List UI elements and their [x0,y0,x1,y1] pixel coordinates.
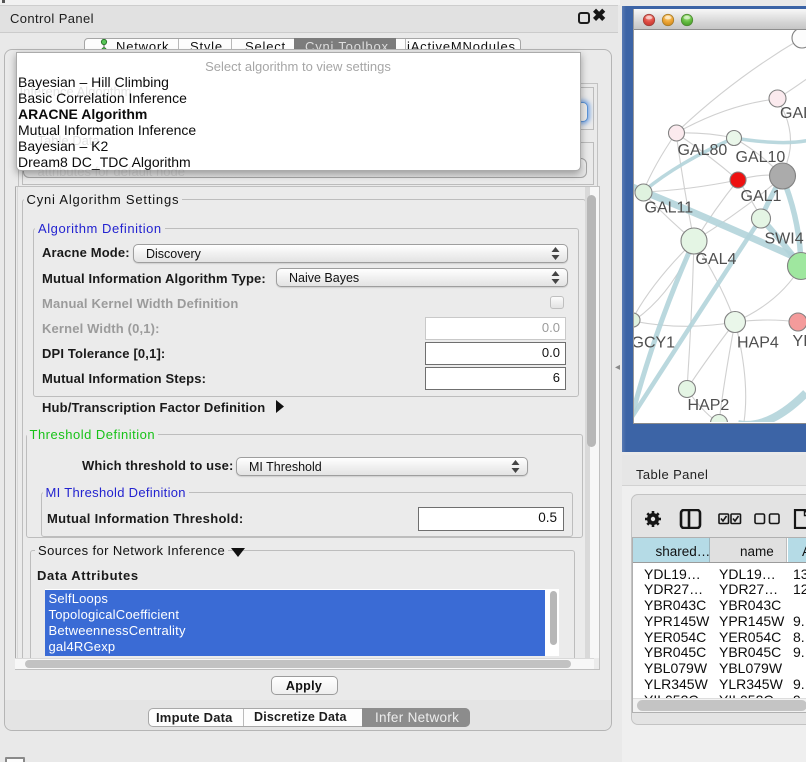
svg-text:GCY1: GCY1 [634,335,675,352]
svg-text:GAL1: GAL1 [741,188,782,205]
svg-text:GAL80: GAL80 [678,142,728,159]
svg-text:GAL10: GAL10 [736,149,786,166]
svg-text:YI: YI [793,333,806,350]
svg-text:GAL4: GAL4 [696,251,737,268]
svg-text:GAL: GAL [780,105,806,122]
svg-text:GAL11: GAL11 [645,200,694,217]
svg-text:HAP4: HAP4 [737,335,779,352]
svg-text:HAP2: HAP2 [688,397,730,414]
svg-text:SWI4: SWI4 [765,231,804,248]
